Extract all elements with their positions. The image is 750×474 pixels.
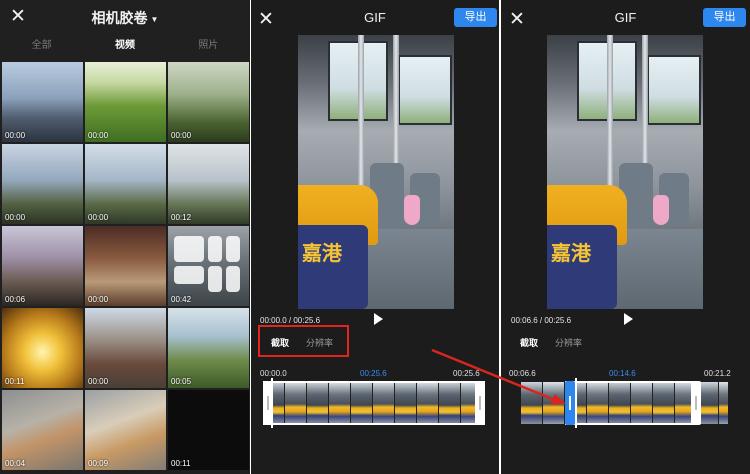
video-thumbnail[interactable]: 00:05 (168, 308, 249, 388)
tab-resolution[interactable]: 分辨率 (555, 336, 582, 349)
duration-label: 00:11 (171, 459, 191, 468)
album-selector[interactable]: 相机胶卷 ▼ (0, 8, 250, 28)
album-title: 相机胶卷 (91, 10, 148, 26)
gif-editor-panel-initial: ✕ GIF 导出 嘉港 00:00.0 / 00:25.6 截取 分辨率 00:… (251, 0, 499, 474)
selection-frame (263, 381, 485, 425)
duration-label: 00:09 (88, 459, 109, 468)
video-thumbnail[interactable]: 00:11 (168, 390, 249, 470)
time-readout: 00:00.0 / 00:25.6 (260, 316, 321, 325)
video-thumbnail[interactable]: 00:06 (2, 226, 83, 306)
camera-roll-panel: ✕ 相机胶卷 ▼ 全部 视频 照片 00:00 00:00 00:00 00:00… (0, 0, 250, 474)
video-thumbnail[interactable]: 00:09 (85, 390, 166, 470)
seat-print-text: 嘉港 (551, 243, 591, 265)
duration-label: 00:00 (5, 131, 26, 140)
video-thumbnail[interactable]: 00:00 (2, 144, 83, 224)
video-thumbnail[interactable]: 00:00 (85, 62, 166, 142)
duration-label: 00:00 (88, 213, 109, 222)
trim-handle-left[interactable] (565, 381, 575, 425)
timeline-selected-duration: 00:14.6 (609, 369, 636, 378)
tab-all[interactable]: 全部 (0, 35, 83, 57)
thumbnail-grid: 00:00 00:00 00:00 00:00 00:00 00:12 00:0… (2, 62, 250, 470)
video-thumbnail[interactable]: 00:04 (2, 390, 83, 470)
playhead[interactable] (271, 378, 273, 428)
control-center-preview (174, 236, 240, 294)
export-button[interactable]: 导出 (454, 8, 497, 27)
camera-roll-header: ✕ 相机胶卷 ▼ (0, 0, 250, 34)
trim-handle-right[interactable] (475, 381, 485, 425)
play-icon[interactable] (624, 313, 633, 325)
duration-label: 00:00 (5, 213, 26, 222)
gif-editor-panel-trimmed: ✕ GIF 导出 嘉港 00:06.6 / 00:25.6 截取 分辨率 00:… (501, 0, 750, 474)
timeline-end-time: 00:21.2 (704, 369, 731, 378)
tab-videos[interactable]: 视频 (83, 35, 166, 57)
seat-print-text: 嘉港 (302, 243, 342, 265)
timeline-start-time: 00:06.6 (509, 369, 536, 378)
video-preview[interactable]: 嘉港 (547, 35, 703, 309)
duration-label: 00:05 (171, 377, 192, 386)
duration-label: 00:12 (171, 213, 192, 222)
caret-down-icon: ▼ (150, 14, 159, 24)
timeline-start-time: 00:00.0 (260, 369, 287, 378)
playhead[interactable] (575, 378, 577, 428)
time-readout: 00:06.6 / 00:25.6 (511, 316, 572, 325)
duration-label: 00:42 (171, 295, 192, 304)
video-thumbnail[interactable]: 00:00 (2, 62, 83, 142)
duration-label: 00:00 (88, 295, 109, 304)
video-thumbnail[interactable]: 00:00 (168, 62, 249, 142)
duration-label: 00:11 (5, 377, 25, 386)
video-thumbnail[interactable]: 00:12 (168, 144, 249, 224)
export-button[interactable]: 导出 (703, 8, 746, 27)
tab-trim[interactable]: 截取 (520, 336, 538, 349)
trim-handle-right[interactable] (691, 381, 701, 425)
video-thumbnail[interactable]: 00:00 (85, 144, 166, 224)
video-preview[interactable]: 嘉港 (298, 35, 454, 309)
duration-label: 00:00 (88, 131, 109, 140)
duration-label: 00:06 (5, 295, 26, 304)
duration-label: 00:04 (5, 459, 26, 468)
media-filter-tabs: 全部 视频 照片 (0, 35, 250, 57)
video-thumbnail[interactable]: 00:00 (85, 226, 166, 306)
play-icon[interactable] (374, 313, 383, 325)
duration-label: 00:00 (88, 377, 109, 386)
tab-photos[interactable]: 照片 (167, 35, 250, 57)
selection-frame (565, 381, 699, 425)
video-thumbnail[interactable]: 00:00 (85, 308, 166, 388)
timeline-selected-duration: 00:25.6 (360, 369, 387, 378)
duration-label: 00:00 (171, 131, 192, 140)
video-thumbnail[interactable]: 00:42 (168, 226, 249, 306)
tab-resolution[interactable]: 分辨率 (306, 336, 333, 349)
tab-trim[interactable]: 截取 (271, 336, 289, 349)
timeline-end-time: 00:25.6 (453, 369, 480, 378)
video-thumbnail[interactable]: 00:11 (2, 308, 83, 388)
